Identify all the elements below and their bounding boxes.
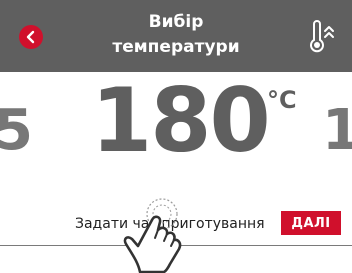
next-button[interactable]: ДАЛІ xyxy=(281,211,341,235)
header-bar: Вибір температури xyxy=(0,0,352,72)
selected-temperature-value[interactable]: 180 xyxy=(91,71,291,171)
page-title-line-1: Вибір xyxy=(148,12,204,32)
chevron-left-icon xyxy=(26,30,35,44)
previous-temperature-value[interactable]: 5 xyxy=(0,99,33,163)
thermometer-icon xyxy=(310,20,334,53)
back-button[interactable] xyxy=(19,25,43,49)
thermometer-button[interactable] xyxy=(308,20,338,54)
page-title: Вибір температури xyxy=(86,10,266,60)
temperature-unit: °C xyxy=(267,86,297,114)
page-title-line-2: температури xyxy=(112,37,240,57)
next-temperature-value[interactable]: 1 xyxy=(322,99,352,163)
touch-hand-icon xyxy=(123,198,182,273)
